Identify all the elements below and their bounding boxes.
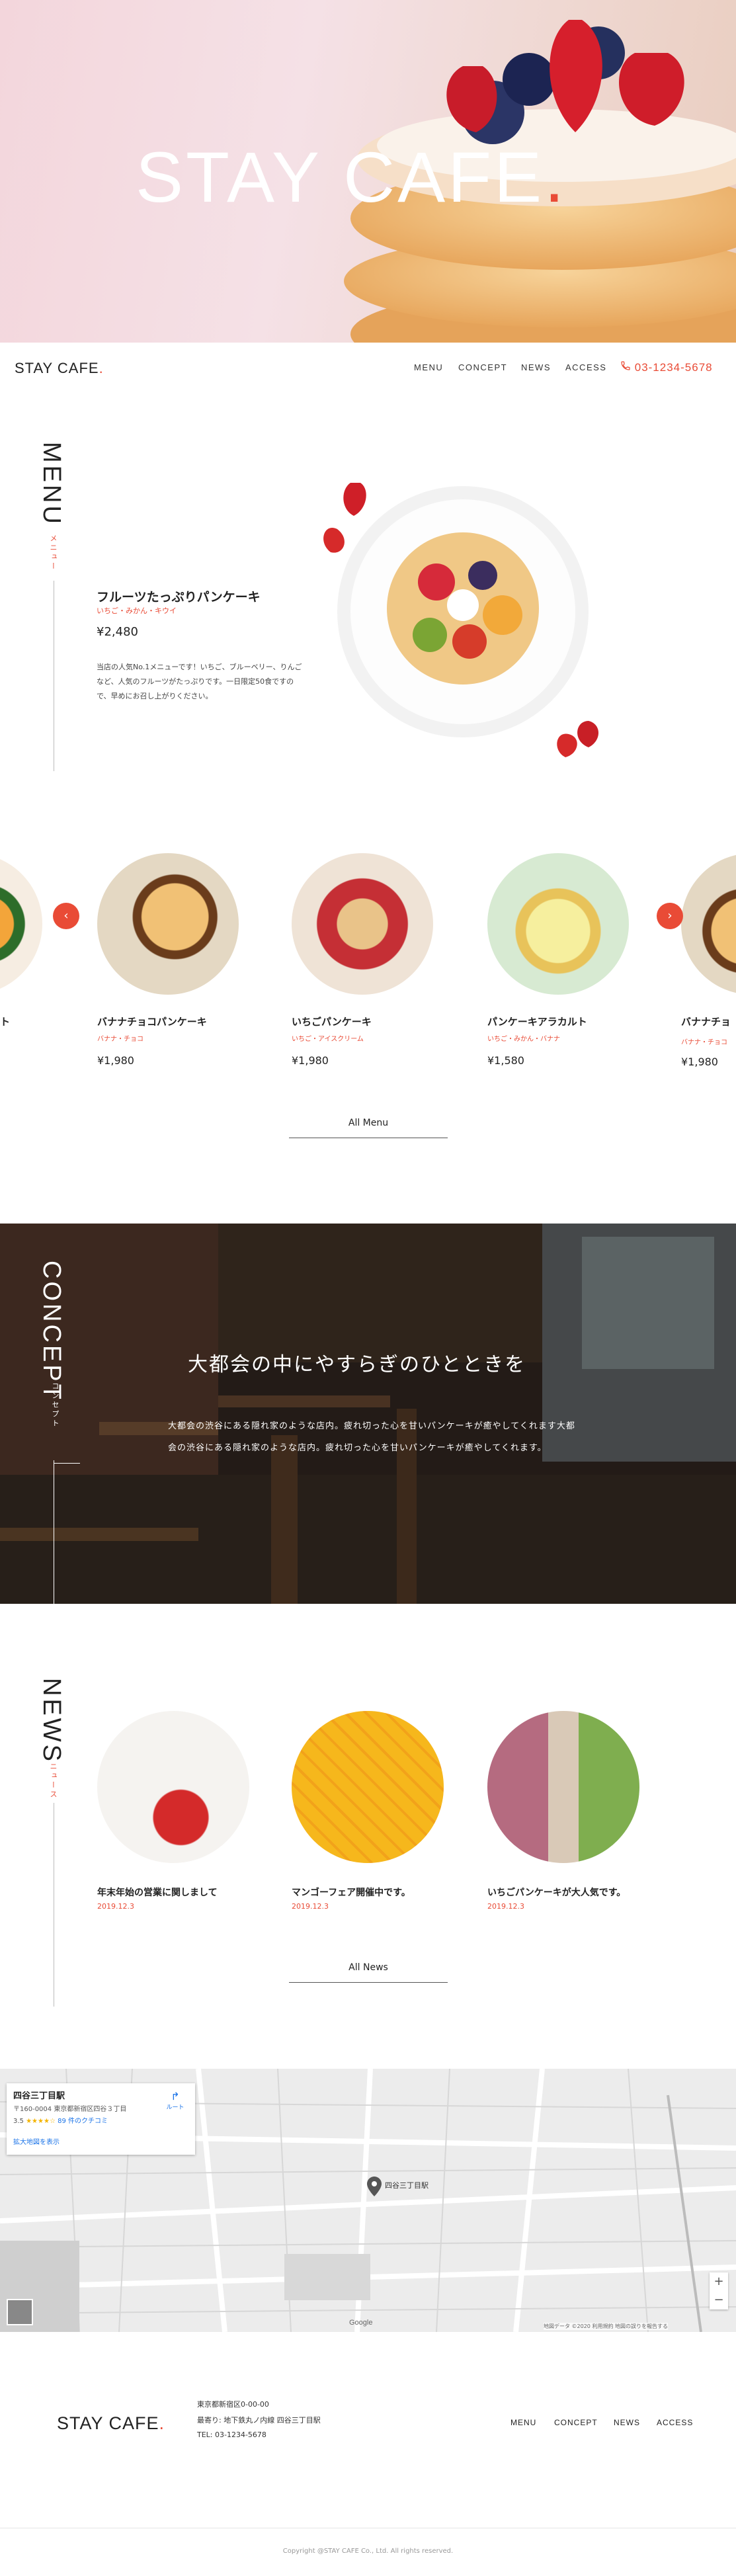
news-title[interactable]: マンゴーフェア開催中です。 — [292, 1886, 411, 1899]
menu-item-partial-text: バナナチョ バナナ・チョコ ¥1,980 — [681, 1015, 736, 1068]
menu-section-sublabel: メニュー — [49, 534, 58, 571]
menu-carousel-partial-left — [0, 853, 42, 995]
map-reviews-link[interactable]: 89 件のクチコミ — [58, 2118, 108, 2125]
carousel-prev-button[interactable]: ‹ — [53, 903, 79, 929]
news-date: 2019.12.3 — [97, 1902, 134, 1911]
map-rating: 3.5 ★★★★☆ 89 件のクチコミ — [13, 2115, 108, 2125]
footer-nav-menu[interactable]: MENU — [511, 2418, 536, 2427]
menu-item-price: ¥1,580 — [487, 1054, 524, 1067]
map-satellite-toggle[interactable] — [7, 2299, 33, 2325]
all-menu-link[interactable]: All Menu — [289, 1118, 448, 1138]
menu-item-name: バナナチョ — [681, 1016, 731, 1028]
nav-menu[interactable]: MENU — [414, 362, 443, 372]
google-logo: Google — [349, 2319, 373, 2327]
map-place-name: 四谷三丁目駅 — [13, 2091, 65, 2101]
news-date: 2019.12.3 — [487, 1902, 524, 1911]
menu-section-label: MENU — [38, 442, 65, 526]
footer-nav-access[interactable]: ACCESS — [657, 2418, 693, 2427]
site-header: STAY CAFE. MENU CONCEPT NEWS ACCESS 03-1… — [0, 343, 736, 393]
concept-background-image — [0, 1224, 736, 1604]
concept-body: 大都会の渋谷にある隠れ家のような店内。疲れ切った心を甘いパンケーキが癒やしてくれ… — [168, 1421, 575, 1453]
menu-item-price: ¥1,980 — [681, 1056, 718, 1068]
news-section-sublabel: ニュース — [49, 1763, 58, 1800]
copyright: Copyright @STAY CAFE Co., Ltd. All right… — [282, 2548, 454, 2555]
footer-station: 最寄り: 地下鉄丸ノ内線 四谷三丁目駅 — [197, 2416, 321, 2425]
map-view-larger-link[interactable]: 拡大地図を表示 — [13, 2136, 60, 2146]
menu-item-image[interactable] — [487, 853, 629, 995]
menu-item-ingredients: バナナ・チョコ — [681, 1039, 727, 1046]
concept-heading: 大都会の中にやすらぎのひとときを — [188, 1353, 526, 1376]
featured-item-description: 当店の人気No.1メニューです！いちご、ブルーベリー、りんごなど、人気のフルーツ… — [97, 663, 302, 700]
news-image[interactable] — [97, 1711, 249, 1863]
footer-logo[interactable]: STAY CAFE. — [57, 2413, 165, 2434]
concept-section-tick — [54, 1463, 80, 1464]
menu-item-ingredients: バナナ・チョコ — [97, 1036, 143, 1043]
news-date: 2019.12.3 — [292, 1902, 329, 1911]
hero-title: STAY CAFE. — [136, 137, 567, 217]
featured-item-price: ¥2,480 — [97, 625, 138, 639]
map-pin-icon[interactable] — [367, 2177, 382, 2199]
chevron-left-icon: ‹ — [63, 909, 69, 923]
menu-carousel-partial-right — [681, 853, 736, 995]
menu-item-price: ¥1,980 — [292, 1054, 329, 1067]
map-place-address: 〒160-0004 東京都新宿区四谷３丁目 — [13, 2106, 127, 2113]
nav-news[interactable]: NEWS — [521, 362, 551, 372]
map-info-card: 四谷三丁目駅 〒160-0004 東京都新宿区四谷３丁目 3.5 ★★★★☆ 8… — [7, 2083, 195, 2155]
menu-item-price: ¥1,980 — [97, 1054, 134, 1067]
header-phone-link[interactable]: 03-1234-5678 — [620, 360, 713, 374]
zoom-in-button[interactable]: + — [710, 2272, 728, 2291]
concept-section — [0, 1224, 736, 1604]
map-rating-value: 3.5 — [13, 2118, 24, 2125]
header-logo[interactable]: STAY CAFE. — [15, 360, 104, 377]
map-zoom-controls: + − — [710, 2272, 728, 2309]
news-title[interactable]: 年末年始の営業に関しまして — [97, 1886, 218, 1899]
map-directions-label: ルート — [166, 2104, 184, 2111]
menu-item-name: バナナチョコパンケーキ — [97, 1016, 207, 1028]
menu-item-ingredients: いちご・みかん・バナナ — [487, 1036, 560, 1043]
map-attribution[interactable]: 地図データ ©2020 利用規約 地図の誤りを報告する — [544, 2323, 668, 2330]
menu-item-name: パンケーキアラカルト — [487, 1016, 587, 1028]
menu-item-ingredients: いちご・アイスクリーム — [292, 1036, 364, 1043]
footer-nav-concept[interactable]: CONCEPT — [554, 2418, 598, 2427]
zoom-out-button[interactable]: − — [710, 2291, 728, 2309]
news-image[interactable] — [487, 1711, 639, 1863]
news-title[interactable]: いちごパンケーキが大人気です。 — [487, 1886, 626, 1899]
menu-item-image[interactable] — [292, 853, 433, 995]
chevron-right-icon: › — [667, 909, 673, 923]
map-rating-stars: ★★★★☆ — [26, 2118, 56, 2125]
featured-item-image — [323, 483, 598, 757]
footer-nav-news[interactable]: NEWS — [614, 2418, 640, 2427]
menu-item-image[interactable] — [97, 853, 239, 995]
featured-item-name: フルーツたっぷりパンケーキ — [97, 590, 261, 604]
menu-item-name: いちごパンケーキ — [292, 1016, 372, 1028]
map-station-label: 四谷三丁目駅 — [385, 2181, 429, 2190]
map-directions-button[interactable]: ↱ ルート — [162, 2090, 188, 2111]
footer-address: 東京都新宿区0-00-00 — [197, 2400, 269, 2409]
carousel-next-button[interactable]: › — [657, 903, 683, 929]
directions-icon: ↱ — [171, 2090, 180, 2102]
concept-section-label: CONCEPT — [38, 1261, 65, 1402]
hero-banner: STAY CAFE. — [0, 0, 736, 343]
news-image[interactable] — [292, 1711, 444, 1863]
featured-item-ingredients: いちご・みかん・キウイ — [97, 606, 177, 615]
menu-item-name-partial: ト — [0, 1016, 11, 1028]
nav-concept[interactable]: CONCEPT — [458, 362, 507, 372]
footer-tel[interactable]: TEL: 03-1234-5678 — [197, 2431, 266, 2439]
concept-section-sublabel: コンセプト — [51, 1382, 60, 1429]
news-section-label: NEWS — [38, 1678, 65, 1764]
phone-icon — [620, 360, 631, 374]
all-news-link[interactable]: All News — [289, 1962, 448, 1983]
nav-access[interactable]: ACCESS — [565, 362, 606, 372]
